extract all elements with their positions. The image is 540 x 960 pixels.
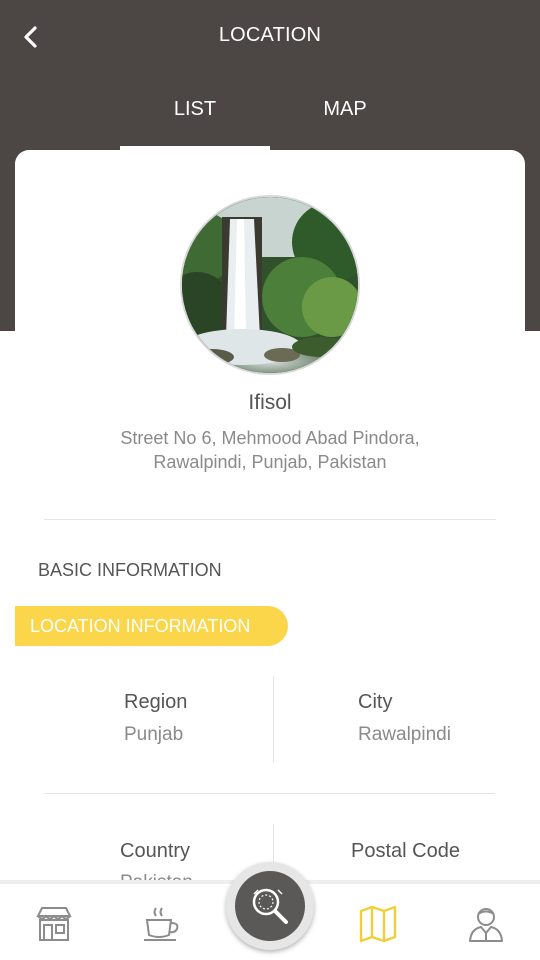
city-value: Rawalpindi xyxy=(358,724,451,745)
place-address: Street No 6, Mehmood Abad Pindora, Rawal… xyxy=(70,426,470,474)
search-icon xyxy=(252,888,288,924)
location-photo xyxy=(180,195,360,375)
divider xyxy=(45,793,495,794)
waterfall-image xyxy=(182,197,358,373)
region-label: Region xyxy=(124,691,188,713)
nav-profile[interactable] xyxy=(466,904,506,944)
postal-code-label: Postal Code xyxy=(351,840,460,862)
user-icon xyxy=(469,908,503,942)
address-line-2: Rawalpindi, Punjab, Pakistan xyxy=(153,452,387,472)
search-button[interactable] xyxy=(226,862,314,950)
address-line-1: Street No 6, Mehmood Abad Pindora, xyxy=(120,428,420,448)
store-icon xyxy=(36,907,72,941)
place-name: Ifisol xyxy=(248,391,292,414)
tab-map[interactable]: MAP xyxy=(270,98,420,150)
coffee-icon xyxy=(144,907,179,941)
basic-information-heading: BASIC INFORMATION xyxy=(38,560,222,580)
divider xyxy=(44,519,496,520)
region-value: Punjab xyxy=(124,724,184,745)
country-label: Country xyxy=(120,840,191,862)
page-title: LOCATION xyxy=(218,24,322,46)
nav-store[interactable] xyxy=(34,904,74,944)
map-icon xyxy=(359,905,397,943)
nav-cafe[interactable] xyxy=(142,904,182,944)
tab-list[interactable]: LIST xyxy=(120,98,270,150)
city-label: City xyxy=(358,691,393,713)
search-button-inner xyxy=(235,871,305,941)
nav-map[interactable] xyxy=(358,904,398,944)
location-information-badge: LOCATION INFORMATION xyxy=(15,606,288,646)
field-separator xyxy=(273,676,274,763)
